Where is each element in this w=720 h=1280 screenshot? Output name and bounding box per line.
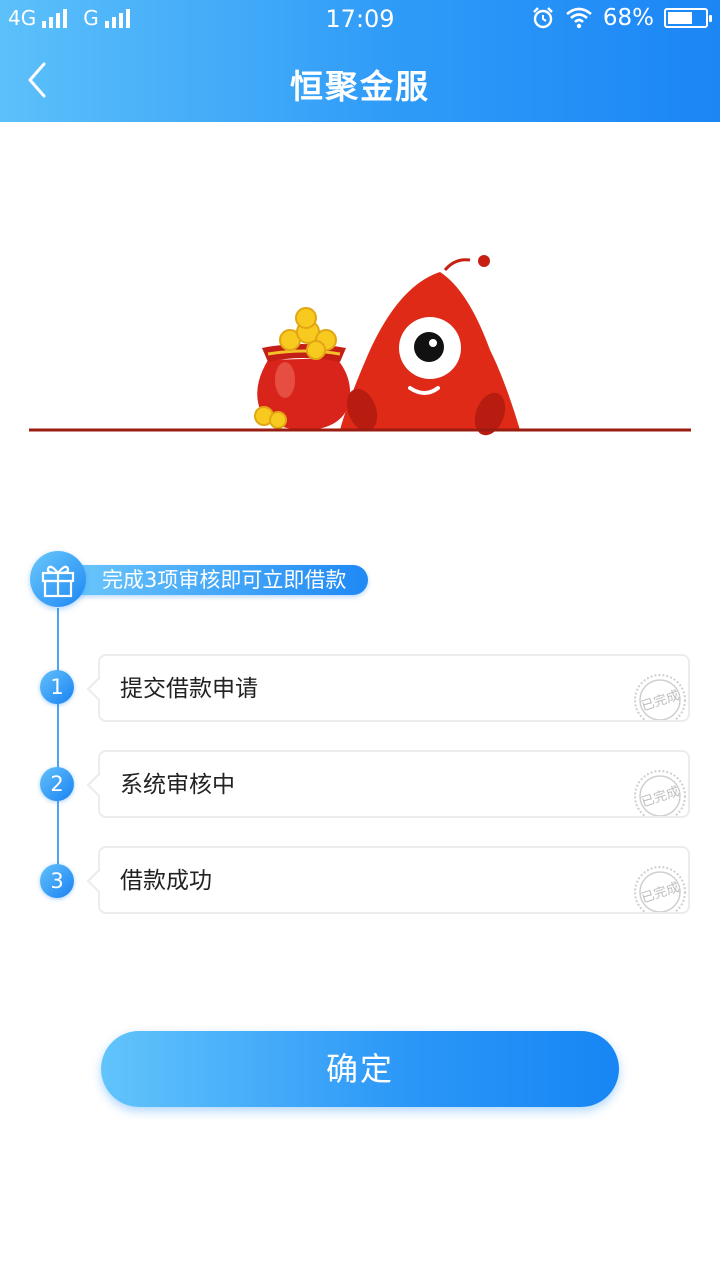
- page-title: 恒聚金服: [290, 67, 430, 106]
- completed-stamp: 已完成: [634, 770, 686, 816]
- step-label: 提交借款申请: [120, 676, 258, 702]
- step-label: 系统审核中: [120, 772, 235, 798]
- step-card: 提交借款申请 已完成: [98, 654, 690, 722]
- mascot-illustration: [340, 255, 520, 436]
- step-card: 系统审核中 已完成: [98, 750, 690, 818]
- status-bar: 4G G 17:09 68%: [0, 0, 720, 40]
- confirm-button[interactable]: 确定: [101, 1031, 619, 1107]
- completed-stamp: 已完成: [634, 674, 686, 720]
- stamp-text: 已完成: [640, 784, 682, 810]
- step-label: 借款成功: [120, 868, 212, 894]
- step-number: 2: [40, 767, 74, 801]
- timeline-line: [57, 608, 59, 878]
- app-header: 4G G 17:09 68% 恒聚金服: [0, 0, 720, 122]
- step-number: 3: [40, 864, 74, 898]
- hero-illustration: [0, 230, 720, 450]
- gift-icon: [41, 565, 75, 598]
- gift-badge: [30, 551, 86, 607]
- nav-bar: 恒聚金服: [0, 40, 720, 122]
- battery-icon: [664, 8, 712, 28]
- steps-banner: 完成3项审核即可立即借款: [72, 565, 369, 595]
- step-card: 借款成功 已完成: [98, 846, 690, 914]
- wifi-icon: [566, 7, 592, 29]
- stamp-text: 已完成: [640, 880, 682, 906]
- battery-percent: 68%: [602, 5, 654, 31]
- completed-stamp: 已完成: [634, 866, 686, 912]
- alarm-icon: [533, 7, 553, 29]
- step-number: 1: [40, 670, 74, 704]
- money-bag-icon: [254, 307, 351, 431]
- battery-fill: [668, 12, 692, 24]
- stamp-text: 已完成: [640, 688, 682, 714]
